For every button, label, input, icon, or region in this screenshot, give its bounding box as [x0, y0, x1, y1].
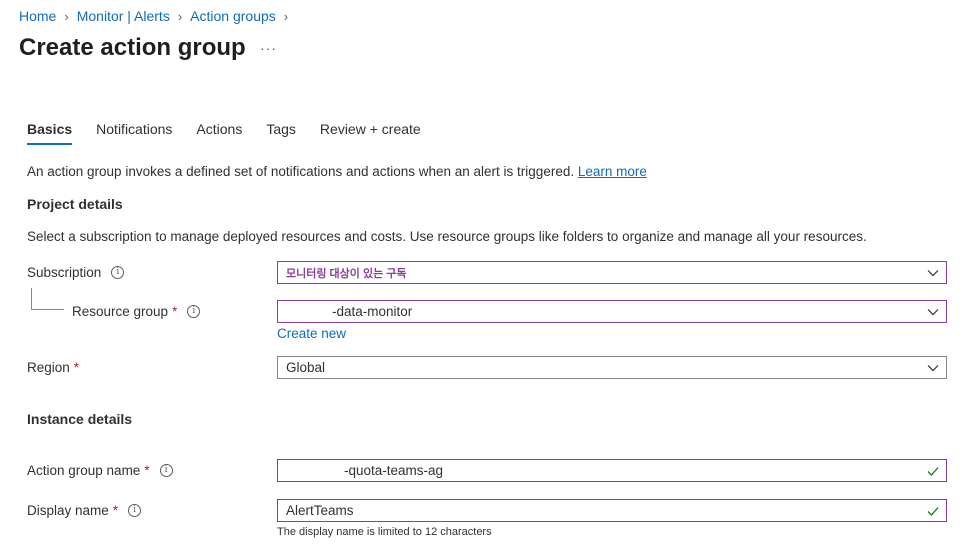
chevron-down-icon — [920, 362, 946, 374]
subscription-label: Subscription i — [27, 265, 125, 280]
resource-group-value: -data-monitor — [332, 304, 413, 319]
intro-text: An action group invokes a defined set of… — [27, 164, 647, 179]
info-icon[interactable]: i — [128, 504, 142, 517]
region-label: Region * — [27, 360, 79, 375]
region-value: Global — [286, 360, 326, 375]
tab-notifications[interactable]: Notifications — [96, 121, 172, 145]
tab-tags[interactable]: Tags — [266, 121, 296, 145]
checkmark-icon — [920, 464, 946, 478]
region-dropdown[interactable]: Global — [277, 356, 947, 379]
project-details-heading: Project details — [27, 196, 123, 212]
display-name-input[interactable]: AlertTeams — [277, 499, 947, 522]
tree-connector — [31, 288, 64, 310]
create-new-link[interactable]: Create new — [277, 326, 346, 341]
chevron-right-icon: › — [177, 8, 183, 24]
chevron-down-icon — [920, 306, 946, 318]
required-marker: * — [172, 304, 178, 319]
chevron-down-icon — [920, 267, 946, 279]
region-label-text: Region — [27, 360, 70, 375]
action-group-name-label-text: Action group name — [27, 463, 141, 478]
resource-group-dropdown[interactable]: -data-monitor — [277, 300, 947, 323]
learn-more-link[interactable]: Learn more — [578, 164, 647, 179]
action-group-name-value: -quota-teams-ag — [344, 463, 444, 478]
breadcrumb-action-groups[interactable]: Action groups — [190, 8, 276, 24]
subscription-value: 모니터링 대상이 있는 구독 — [286, 267, 407, 280]
display-name-hint: The display name is limited to 12 charac… — [277, 526, 492, 538]
display-name-label-text: Display name — [27, 503, 109, 518]
tab-basics[interactable]: Basics — [27, 121, 73, 145]
tab-actions[interactable]: Actions — [196, 121, 242, 145]
page-title: Create action group — [19, 34, 246, 61]
tab-review-create[interactable]: Review + create — [320, 121, 421, 145]
info-icon[interactable]: i — [187, 305, 201, 318]
intro-description: An action group invokes a defined set of… — [27, 164, 575, 179]
required-marker: * — [144, 463, 150, 478]
resource-group-label-text: Resource group — [72, 304, 169, 319]
instance-details-heading: Instance details — [27, 411, 133, 427]
info-icon[interactable]: i — [111, 266, 125, 279]
display-name-label: Display name * i — [27, 503, 142, 518]
more-options-button[interactable]: ··· — [260, 40, 277, 56]
subscription-dropdown[interactable]: 모니터링 대상이 있는 구독 — [277, 261, 947, 284]
chevron-right-icon: › — [283, 8, 289, 24]
chevron-right-icon: › — [64, 8, 69, 24]
action-group-name-label: Action group name * i — [27, 463, 173, 478]
breadcrumb-monitor-alerts[interactable]: Monitor | Alerts — [77, 8, 170, 24]
tab-bar: Basics Notifications Actions Tags Review… — [27, 121, 445, 145]
resource-group-label: Resource group * i — [72, 304, 201, 319]
display-name-value: AlertTeams — [286, 503, 354, 518]
info-icon[interactable]: i — [159, 464, 173, 477]
checkmark-icon — [920, 504, 946, 518]
project-details-description: Select a subscription to manage deployed… — [27, 229, 867, 244]
breadcrumb-home[interactable]: Home — [19, 8, 56, 24]
required-marker: * — [73, 360, 80, 375]
action-group-name-input[interactable]: -quota-teams-ag — [277, 459, 947, 482]
breadcrumb: Home › Monitor | Alerts › Action groups … — [19, 8, 296, 24]
required-marker: * — [112, 503, 119, 518]
subscription-label-text: Subscription — [27, 265, 102, 280]
